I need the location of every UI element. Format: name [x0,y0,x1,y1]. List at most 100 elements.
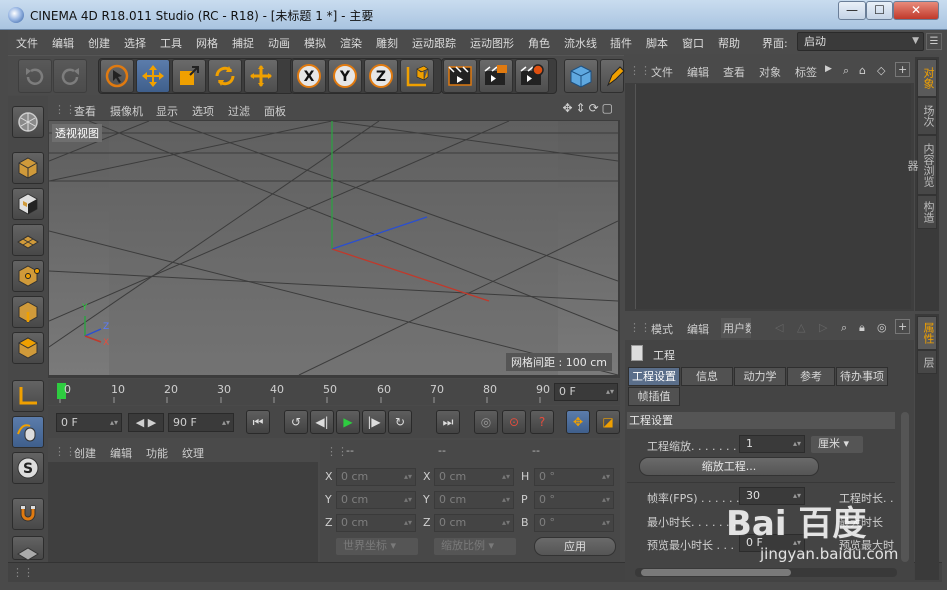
record-keys-icon[interactable]: ◎ [474,410,498,434]
previous-frame-icon[interactable]: ◀| [310,410,334,434]
stepper-icon[interactable]: ▴▾ [502,492,510,508]
grid-snap-icon[interactable] [12,536,44,561]
live-select-icon[interactable] [100,59,134,93]
menu-tools[interactable]: 工具 [160,35,182,51]
next-key-icon[interactable]: ↻ [388,410,412,434]
magnet-icon[interactable] [12,498,44,530]
pen-icon[interactable] [600,59,625,93]
tab-todo[interactable]: 待办事项 [836,367,888,386]
vertical-scrollbar[interactable] [901,412,909,562]
tweak-mode-icon[interactable] [12,416,44,448]
object-menu-edit[interactable]: 编辑 [687,64,709,80]
viewport-menu-filter[interactable]: 过滤 [228,103,250,119]
undo-icon[interactable] [18,59,52,93]
go-to-end-icon[interactable]: ⏭ [436,410,460,434]
size-y-field[interactable]: 0 cm ▴▾ [434,491,514,509]
layout-select[interactable]: 启动 ▼ [797,32,924,51]
world-coordinates-dropdown[interactable]: 世界坐标 ▾ [336,538,418,555]
object-menu-objects[interactable]: 对象 [759,64,781,80]
make-editable-icon[interactable] [12,106,44,138]
menu-mesh[interactable]: 网格 [196,35,218,51]
recent-tool-icon[interactable] [244,59,278,93]
record-position-icon[interactable]: ✥ [566,410,590,434]
pos-x-field[interactable]: 0 cm ▴▾ [336,468,416,486]
project-scale-field[interactable]: 1 ▴▾ [739,435,805,453]
stepper-icon[interactable]: ▴▾ [602,515,610,531]
edges-mode-icon[interactable] [12,296,44,328]
stepper-icon[interactable]: ▴▾ [602,469,610,485]
start-frame-field[interactable]: 0 F ▴▾ [56,413,122,432]
menu-window[interactable]: 窗口 [682,35,704,51]
pos-y-field[interactable]: 0 cm ▴▾ [336,491,416,509]
apply-button[interactable]: 应用 [534,537,616,556]
record-scale-icon[interactable]: ◪ [596,410,620,434]
stepper-icon[interactable]: ▴▾ [222,414,230,431]
rot-h-field[interactable]: 0 ° ▴▾ [534,468,614,486]
stepper-icon[interactable]: ▴▾ [404,492,412,508]
new-panel-icon[interactable]: + [895,319,911,334]
stepper-icon[interactable]: ▴▾ [793,436,801,452]
object-menu-view[interactable]: 查看 [723,64,745,80]
target-icon[interactable]: ◎ [877,321,887,334]
stepper-icon[interactable]: ▴▾ [606,384,614,400]
scale-ratio-dropdown[interactable]: 缩放比例 ▾ [434,538,516,555]
rotate-icon[interactable] [208,59,242,93]
menu-plugins[interactable]: 插件 [610,35,632,51]
scale-unit-dropdown[interactable]: 厘米 ▾ [811,436,863,453]
tab-attributes[interactable]: 属性 [917,316,937,350]
viewport-menu-panel[interactable]: 面板 [264,103,286,119]
tab-structure[interactable]: 构造 [917,195,937,229]
y-axis-icon[interactable]: Y [328,59,362,93]
stepper-icon[interactable]: ▴▾ [110,414,118,431]
close-button[interactable]: ✕ [893,1,939,20]
material-menu-edit[interactable]: 编辑 [110,445,132,461]
size-x-field[interactable]: 0 cm ▴▾ [434,468,514,486]
snap-icon[interactable]: S [12,452,44,484]
home-icon[interactable]: ⌂ [859,64,866,77]
end-frame-field[interactable]: 90 F ▴▾ [168,413,234,432]
menu-simulate[interactable]: 模拟 [304,35,326,51]
points-mode-icon[interactable] [12,260,44,292]
lock-icon[interactable]: 🔒︎ [859,321,865,335]
tab-interpolation[interactable]: 帧插值 [628,387,680,406]
tab-info[interactable]: 信息 [681,367,733,386]
view-toggle-icon[interactable]: ◇ [877,64,885,77]
tab-objects[interactable]: 对象 [917,59,937,97]
up-arrow-icon[interactable]: △ [797,321,805,334]
render-view-icon[interactable] [443,59,477,93]
cube-icon[interactable] [564,59,598,93]
tab-takes[interactable]: 场次 [917,97,937,135]
menu-select[interactable]: 选择 [124,35,146,51]
attribute-menu-edit[interactable]: 编辑 [687,321,709,337]
render-picture-viewer-icon[interactable] [479,59,513,93]
layout-menu-icon[interactable]: ☰ [926,33,942,50]
viewport-menu-cameras[interactable]: 摄像机 [110,103,143,119]
axis-mode-icon[interactable] [12,380,44,412]
scrollbar-thumb[interactable] [641,569,791,576]
go-to-start-icon[interactable]: ⏮ [246,410,270,434]
forward-arrow-icon[interactable]: ▷ [819,321,827,334]
render-settings-icon[interactable] [515,59,549,93]
scale-icon[interactable] [172,59,206,93]
model-mode-icon[interactable] [12,152,44,184]
attribute-menu-userdata[interactable]: 用户数据 [721,318,751,338]
current-frame-field[interactable]: 0 F ▴▾ [554,383,618,401]
menu-character[interactable]: 角色 [528,35,550,51]
redo-icon[interactable] [53,59,87,93]
menu-motion-tracking[interactable]: 运动跟踪 [412,35,456,51]
search-icon[interactable]: ⌕ [843,64,849,78]
new-panel-icon[interactable]: + [895,62,911,77]
horizontal-scrollbar[interactable] [635,568,897,577]
rot-p-field[interactable]: 0 ° ▴▾ [534,491,614,509]
minimize-button[interactable]: — [838,1,866,20]
rot-b-field[interactable]: 0 ° ▴▾ [534,514,614,532]
back-arrow-icon[interactable]: ◁ [775,321,783,334]
tab-project-settings[interactable]: 工程设置 [628,367,680,386]
menu-render[interactable]: 渲染 [340,35,362,51]
autokey-icon[interactable]: ⊙ [502,410,526,434]
menu-create[interactable]: 创建 [88,35,110,51]
menu-animate[interactable]: 动画 [268,35,290,51]
next-frame-icon[interactable]: |▶ [362,410,386,434]
object-tree[interactable] [635,84,911,309]
material-menu-create[interactable]: 创建 [74,445,96,461]
